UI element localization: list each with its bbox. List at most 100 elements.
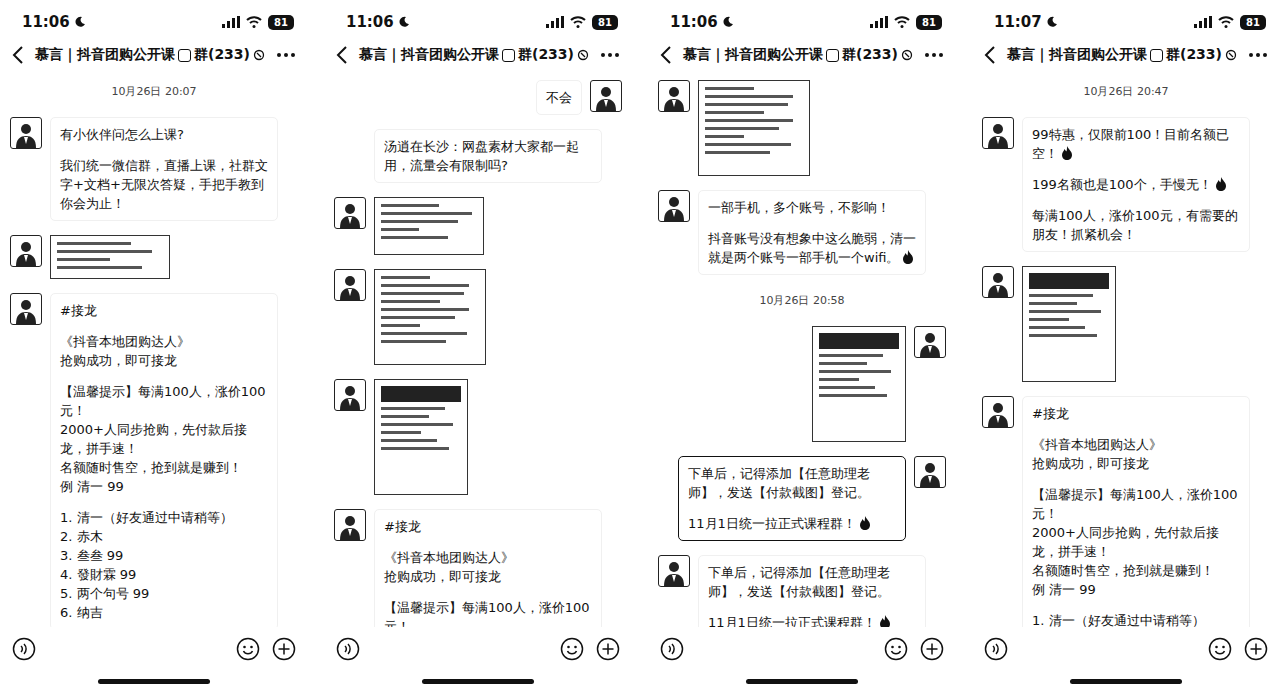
message-text: 有小伙伴问怎么上课?	[60, 125, 268, 144]
signal-icon	[1194, 16, 1212, 28]
avatar[interactable]	[658, 190, 690, 222]
avatar[interactable]	[658, 80, 690, 112]
voice-button[interactable]	[658, 635, 686, 663]
message-row: 下单后，记得添加【任意助理老师】，发送【付款截图】登记。11月1日统一拉正式课程…	[658, 555, 946, 627]
avatar[interactable]	[982, 117, 1014, 149]
moon-icon	[398, 16, 410, 28]
voice-icon	[984, 637, 1008, 661]
message-bubble[interactable]: 下单后，记得添加【任意助理老师】，发送【付款截图】登记。11月1日统一拉正式课程…	[698, 555, 926, 627]
plus-button[interactable]	[1242, 635, 1270, 663]
avatar[interactable]	[658, 555, 690, 587]
signal-icon	[546, 16, 564, 28]
status-bar: 11:0681	[0, 0, 308, 38]
message-text: 下单后，记得添加【任意助理老师】，发送【付款截图】登记。	[708, 563, 916, 601]
back-icon	[660, 46, 672, 64]
person-icon	[661, 83, 687, 111]
group-badge-icon	[826, 49, 839, 62]
message-bubble[interactable]: 有小伙伴问怎么上课?我们统一微信群，直播上课，社群文字+文档+无限次答疑，手把手…	[50, 117, 278, 221]
clock: 11:06	[670, 13, 718, 31]
message-row	[334, 197, 622, 255]
message-text: #接龙	[60, 301, 268, 320]
voice-button[interactable]	[334, 635, 362, 663]
image-message[interactable]	[1022, 266, 1116, 382]
group-badge-icon	[1150, 49, 1163, 62]
avatar[interactable]	[10, 235, 42, 267]
person-icon	[661, 193, 687, 221]
avatar[interactable]	[590, 80, 622, 112]
mute-icon	[577, 49, 589, 61]
mute-icon	[901, 49, 913, 61]
more-button[interactable]	[922, 50, 946, 60]
message-text: 11月1日统一拉正式课程群！	[688, 514, 896, 533]
back-button[interactable]	[658, 44, 674, 66]
plus-button[interactable]	[270, 635, 298, 663]
avatar[interactable]	[334, 379, 366, 411]
home-indicator	[1070, 679, 1182, 684]
message-row: 一部手机，多个账号，不影响！抖音账号没有想象中这么脆弱，清一就是两个账号一部手机…	[658, 190, 946, 275]
image-message[interactable]	[374, 269, 486, 365]
image-message[interactable]	[812, 326, 906, 442]
message-row: 有小伙伴问怎么上课?我们统一微信群，直播上课，社群文字+文档+无限次答疑，手把手…	[10, 117, 298, 221]
image-message[interactable]	[50, 235, 170, 279]
emoji-button[interactable]	[234, 635, 262, 663]
avatar[interactable]	[982, 396, 1014, 428]
image-message[interactable]	[374, 197, 484, 255]
emoji-button[interactable]	[882, 635, 910, 663]
voice-button[interactable]	[10, 635, 38, 663]
image-message[interactable]	[698, 80, 810, 176]
message-text: 《抖音本地团购达人》 抢购成功，即可接龙	[1032, 435, 1240, 473]
back-icon	[336, 46, 348, 64]
message-bubble[interactable]: #接龙《抖音本地团购达人》 抢购成功，即可接龙【温馨提示】每满100人，涨价10…	[50, 293, 278, 627]
clock: 11:06	[346, 13, 394, 31]
image-message[interactable]	[374, 379, 468, 495]
message-row: #接龙《抖音本地团购达人》 抢购成功，即可接龙【温馨提示】每满100人，涨价10…	[10, 293, 298, 627]
avatar[interactable]	[914, 326, 946, 358]
message-text: 1. 清一（好友通过中请稍等） 2. 赤木 3. 叁叁 99 4. 發財霖 99…	[60, 508, 268, 622]
nav-bar: 慕言｜抖音团购公开课群(233)	[0, 38, 308, 74]
emoji-icon	[236, 637, 260, 661]
avatar[interactable]	[10, 117, 42, 149]
phone-screen: 11:0681慕言｜抖音团购公开课群(233)不会汤逍在长沙：网盘素材大家都一起…	[324, 0, 632, 692]
back-button[interactable]	[10, 44, 26, 66]
avatar[interactable]	[10, 293, 42, 325]
back-button[interactable]	[334, 44, 350, 66]
person-icon	[337, 512, 363, 540]
back-button[interactable]	[982, 44, 998, 66]
person-icon	[917, 459, 943, 487]
message-list: 不会汤逍在长沙：网盘素材大家都一起用，流量会有限制吗? #接龙《抖音本地团购达人》…	[324, 74, 632, 627]
emoji-button[interactable]	[1206, 635, 1234, 663]
message-list: 10月26日 20:4799特惠，仅限前100！目前名额已空！199名额也是10…	[972, 74, 1280, 627]
voice-icon	[336, 637, 360, 661]
message-text: 下单后，记得添加【任意助理老师】，发送【付款截图】登记。	[688, 464, 896, 502]
avatar[interactable]	[982, 266, 1014, 298]
message-text: 一部手机，多个账号，不影响！	[708, 198, 916, 217]
more-button[interactable]	[598, 50, 622, 60]
message-bubble[interactable]: 不会	[536, 80, 582, 115]
home-indicator	[98, 679, 210, 684]
plus-button[interactable]	[918, 635, 946, 663]
message-bubble[interactable]: #接龙《抖音本地团购达人》 抢购成功，即可接龙【温馨提示】每满100人，涨价10…	[374, 509, 602, 627]
message-text: 【温馨提示】每满100人，涨价100元！	[384, 598, 592, 627]
message-text: 《抖音本地团购达人》 抢购成功，即可接龙	[60, 332, 268, 370]
plus-button[interactable]	[594, 635, 622, 663]
message-bubble[interactable]: 99特惠，仅限前100！目前名额已空！199名额也是100个，手慢无！每满100…	[1022, 117, 1250, 252]
avatar[interactable]	[334, 509, 366, 541]
voice-button[interactable]	[982, 635, 1010, 663]
emoji-button[interactable]	[558, 635, 586, 663]
more-button[interactable]	[274, 50, 298, 60]
message-bubble[interactable]: 汤逍在长沙：网盘素材大家都一起用，流量会有限制吗?	[374, 129, 602, 183]
avatar[interactable]	[334, 197, 366, 229]
message-list: 10月26日 20:07有小伙伴问怎么上课?我们统一微信群，直播上课，社群文字+…	[0, 74, 308, 627]
message-bubble[interactable]: #接龙《抖音本地团购达人》 抢购成功，即可接龙【温馨提示】每满100人，涨价10…	[1022, 396, 1250, 627]
message-text: 每满100人，涨价100元，有需要的朋友！抓紧机会！	[1032, 206, 1240, 244]
more-button[interactable]	[1246, 50, 1270, 60]
home-indicator	[422, 679, 534, 684]
message-bubble[interactable]: 一部手机，多个账号，不影响！抖音账号没有想象中这么脆弱，清一就是两个账号一部手机…	[698, 190, 926, 275]
avatar[interactable]	[334, 269, 366, 301]
more-icon	[1248, 52, 1268, 58]
avatar[interactable]	[914, 456, 946, 488]
message-bubble[interactable]: 下单后，记得添加【任意助理老师】，发送【付款截图】登记。 11月1日统一拉正式课程…	[678, 456, 906, 541]
fire-icon	[879, 615, 891, 627]
message-row: 99特惠，仅限前100！目前名额已空！199名额也是100个，手慢无！每满100…	[982, 117, 1270, 252]
message-text: 1. 清一（好友通过中请稍等）	[1032, 611, 1240, 627]
